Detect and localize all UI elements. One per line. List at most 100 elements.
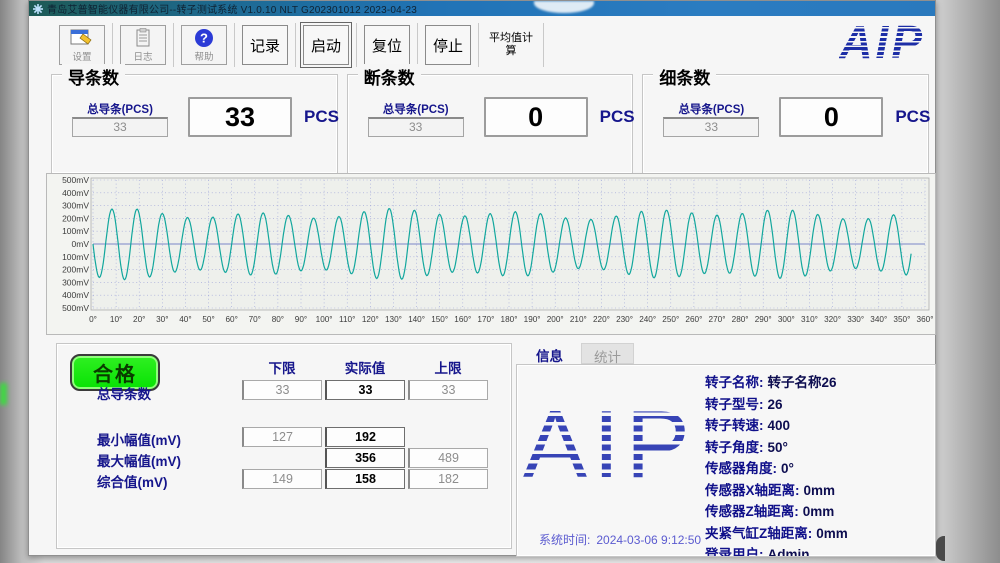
y-tick-label: 300mV bbox=[62, 277, 89, 287]
x-tick-label: 10° bbox=[110, 315, 122, 324]
max-amplitude-upper[interactable]: 489 bbox=[408, 448, 488, 468]
toolbar-separator bbox=[543, 23, 544, 67]
toolbar-separator bbox=[234, 23, 235, 67]
title-bar: 青岛艾普智能仪器有限公司--转子测试系统 V1.0.10 NLT G202301… bbox=[29, 1, 935, 16]
x-tick-label: 340° bbox=[870, 315, 887, 324]
total-bars-actual: 33 bbox=[325, 380, 405, 400]
y-tick-label: 0mV bbox=[72, 239, 90, 249]
x-tick-label: 200° bbox=[547, 315, 564, 324]
min-amplitude-lower[interactable]: 127 bbox=[242, 427, 322, 447]
toolbar-separator bbox=[295, 23, 296, 67]
stop-button[interactable]: 停止 bbox=[425, 25, 471, 65]
x-tick-label: 30° bbox=[156, 315, 168, 324]
groupbox-title: 细条数 bbox=[653, 64, 716, 89]
x-tick-label: 130° bbox=[385, 315, 402, 324]
x-tick-label: 210° bbox=[570, 315, 587, 324]
record-button[interactable]: 记录 bbox=[242, 25, 288, 65]
groupbox-title: 断条数 bbox=[358, 64, 421, 89]
x-tick-label: 360° bbox=[917, 315, 934, 324]
composite-upper[interactable]: 182 bbox=[408, 469, 488, 489]
system-time: 系统时间:2024-03-06 9:12:50 bbox=[539, 531, 701, 548]
groupbox-title: 导条数 bbox=[62, 64, 125, 89]
x-tick-label: 70° bbox=[249, 315, 261, 324]
info-line-rotor-name: 转子名称:转子名称26 bbox=[705, 371, 862, 393]
settings-label: 设置 bbox=[72, 49, 91, 63]
y-tick-label: 200mV bbox=[62, 265, 89, 275]
window-title: 青岛艾普智能仪器有限公司--转子测试系统 V1.0.10 NLT G202301… bbox=[47, 1, 417, 16]
y-tick-label: 400mV bbox=[62, 290, 89, 300]
x-tick-label: 140° bbox=[408, 315, 425, 324]
total-bars-input[interactable]: 33 bbox=[663, 117, 759, 137]
x-tick-label: 170° bbox=[477, 315, 494, 324]
y-tick-label: 500mV bbox=[62, 303, 89, 313]
info-line-sensor-angle: 传感器角度:0° bbox=[705, 457, 862, 479]
row-label-composite: 综合值(mV) bbox=[97, 471, 168, 491]
x-tick-label: 110° bbox=[339, 315, 355, 324]
x-tick-label: 190° bbox=[524, 315, 541, 324]
info-line-login-user: 登录用户:Admin bbox=[705, 543, 862, 557]
toolbar-separator bbox=[173, 23, 174, 67]
log-button[interactable]: 日志 bbox=[120, 25, 166, 65]
upper-limit-header: 上限 bbox=[408, 357, 488, 377]
tab-info[interactable]: 信息 bbox=[524, 343, 575, 364]
toolbar: 设置 日志 ? 帮助 bbox=[59, 22, 551, 68]
y-tick-label: 400mV bbox=[62, 188, 89, 198]
x-tick-label: 240° bbox=[639, 315, 656, 324]
groupbox-thin-count: 细条数 总导条(PCS) 33 0 PCS bbox=[642, 74, 929, 174]
y-tick-label: 300mV bbox=[62, 201, 89, 211]
total-bars-input[interactable]: 33 bbox=[368, 117, 464, 137]
app-icon bbox=[33, 4, 43, 14]
toolbar-separator bbox=[356, 23, 357, 67]
groupbox-bar-count: 导条数 总导条(PCS) 33 33 PCS bbox=[51, 74, 338, 174]
broken-count-display: 0 bbox=[484, 97, 588, 137]
help-label: 帮助 bbox=[194, 49, 213, 63]
info-line-rotor-model: 转子型号:26 bbox=[705, 393, 862, 415]
x-tick-label: 80° bbox=[272, 315, 284, 324]
total-bars-label: 总导条(PCS) bbox=[72, 101, 168, 117]
x-tick-label: 290° bbox=[755, 315, 772, 324]
toolbar-separator bbox=[417, 23, 418, 67]
info-body: AIP 转子名称:转子名称26 转子型号:26 转子转速:400 转子角度:50… bbox=[516, 364, 936, 557]
x-tick-label: 50° bbox=[202, 315, 214, 324]
info-panel: 信息 统计 AIP 转子名称:转子名称26 转子型号:26 转子转速:400 转… bbox=[516, 343, 936, 557]
x-tick-label: 250° bbox=[662, 315, 679, 324]
total-bars-upper[interactable]: 33 bbox=[408, 380, 488, 400]
client-area: 设置 日志 ? 帮助 bbox=[29, 16, 935, 555]
start-button[interactable]: 启动 bbox=[303, 25, 349, 65]
info-line-rotor-speed: 转子转速:400 bbox=[705, 414, 862, 436]
toolbar-separator bbox=[112, 23, 113, 67]
x-tick-label: 150° bbox=[431, 315, 448, 324]
log-icon bbox=[131, 28, 155, 48]
x-tick-label: 160° bbox=[454, 315, 471, 324]
x-tick-label: 90° bbox=[295, 315, 307, 324]
tab-statistics[interactable]: 统计 bbox=[581, 343, 634, 364]
y-tick-label: 200mV bbox=[62, 213, 89, 223]
x-tick-label: 180° bbox=[501, 315, 518, 324]
x-tick-label: 330° bbox=[847, 315, 864, 324]
row-label-min-amplitude: 最小幅值(mV) bbox=[97, 429, 181, 449]
total-bars-label: 总导条(PCS) bbox=[663, 101, 759, 117]
info-tabs: 信息 统计 bbox=[516, 343, 936, 364]
aip-watermark-logo: AIP bbox=[523, 397, 696, 493]
average-calc-button[interactable]: 平均值计算 bbox=[486, 25, 536, 65]
total-bars-lower[interactable]: 33 bbox=[242, 380, 322, 400]
lower-limit-header: 下限 bbox=[242, 357, 322, 377]
row-label-total-bars: 总导条数 bbox=[97, 383, 151, 403]
composite-lower[interactable]: 149 bbox=[242, 469, 322, 489]
total-bars-label: 总导条(PCS) bbox=[368, 101, 464, 117]
x-tick-label: 20° bbox=[133, 315, 145, 324]
pcs-unit-label: PCS bbox=[304, 107, 339, 127]
help-button[interactable]: ? 帮助 bbox=[181, 25, 227, 65]
settings-button[interactable]: 设置 bbox=[59, 25, 105, 65]
info-line-sensor-x: 传感器X轴距离:0mm bbox=[705, 479, 862, 501]
app-window: 青岛艾普智能仪器有限公司--转子测试系统 V1.0.10 NLT G202301… bbox=[28, 0, 936, 556]
thin-count-display: 0 bbox=[779, 97, 883, 137]
total-bars-input[interactable]: 33 bbox=[72, 117, 168, 137]
waveform-chart-panel: 500mV400mV300mV200mV100mV0mV100mV200mV30… bbox=[46, 173, 936, 335]
pcs-unit-label: PCS bbox=[600, 107, 635, 127]
x-tick-label: 100° bbox=[316, 315, 333, 324]
info-line-rotor-angle: 转子角度:50° bbox=[705, 436, 862, 458]
bar-count-display: 33 bbox=[188, 97, 292, 137]
log-label: 日志 bbox=[133, 49, 152, 63]
reset-button[interactable]: 复位 bbox=[364, 25, 410, 65]
